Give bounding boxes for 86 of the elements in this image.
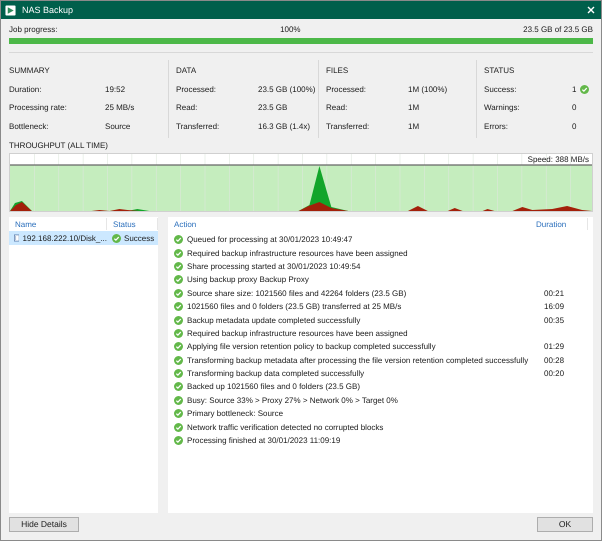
column-header[interactable]: Status — [107, 218, 158, 230]
action-text: Backup metadata update completed successfully — [187, 316, 360, 325]
action-text: Share processing started at 30/01/2023 10:49:54 — [187, 262, 360, 271]
action-text: 1021560 files and 0 folders (23.5 GB) transferred at 25 MB/s — [187, 302, 402, 312]
object-row[interactable]: 192.168.222.10/Disk_... Success — [9, 231, 158, 245]
section-heading: FILES — [326, 64, 350, 76]
success-check-icon — [174, 369, 183, 378]
action-text: Required backup infrastructure resources have been assigned — [187, 248, 408, 258]
action-text: Required backup infrastructure resources have been assigned — [187, 328, 408, 338]
success-check-icon — [174, 436, 183, 446]
success-check-icon — [174, 356, 183, 365]
stat-label: Read: — [176, 103, 198, 112]
column-header[interactable]: Duration — [530, 218, 588, 230]
success-check-icon — [174, 422, 183, 432]
action-text: Busy: Source 33% > Proxy 27% > Network 0% > Target 0% — [187, 396, 398, 405]
success-check-icon — [174, 275, 183, 284]
stat-value: 16.3 GB (1.4x) — [258, 122, 310, 131]
success-check-icon — [174, 409, 183, 418]
success-check-icon — [174, 262, 183, 271]
action-duration: 00:21 — [543, 288, 566, 298]
stat-label: Success: — [484, 84, 518, 94]
action-text: Queued for processing at 30/01/2023 10:49:47 — [187, 235, 352, 244]
stat-label: Duration: — [9, 84, 42, 94]
action-text: Primary bottleneck: Source — [187, 409, 284, 418]
progress-label: Job progress: — [9, 25, 58, 34]
stat-label: Processing rate: — [9, 103, 68, 112]
action-duration: 00:20 — [543, 369, 566, 378]
hide-details-button[interactable]: Hide Details — [9, 516, 79, 532]
success-check-icon — [174, 248, 183, 258]
action-text: Transforming backup metadata after processing the file version retention completed successfully — [187, 356, 528, 365]
stat-label: Processed: — [176, 84, 218, 94]
stat-value: 1M (100%) — [408, 84, 448, 94]
success-check-icon — [174, 396, 183, 405]
action-text: Using backup proxy Backup Proxy — [187, 275, 309, 284]
stat-label: Bottleneck: — [9, 122, 50, 131]
action-text: Backed up 1021560 files and 0 folders (23.5 GB) — [187, 382, 360, 392]
action-duration: 00:35 — [543, 316, 566, 325]
success-check-icon — [112, 234, 121, 242]
action-duration: 01:29 — [543, 342, 566, 352]
app-logo-icon — [5, 4, 16, 16]
stat-value: 1 — [572, 84, 578, 94]
success-check-icon — [174, 316, 183, 325]
stat-label: Transferred: — [176, 122, 220, 131]
section-heading: STATUS — [484, 64, 516, 76]
stat-label: Transferred: — [326, 122, 370, 131]
success-check-icon — [174, 288, 183, 298]
speed-label: Speed: 388 MB/s — [528, 155, 589, 164]
action-text: Source share size: 1021560 files and 42264 folders (23.5 GB) — [187, 288, 406, 298]
progress-percent: 100% — [280, 25, 301, 34]
stat-label: Processed: — [326, 84, 368, 94]
section-heading: SUMMARY — [9, 64, 51, 76]
column-header[interactable]: Name — [9, 218, 107, 230]
stat-value: 19:52 — [105, 84, 126, 94]
chart-title: THROUGHPUT (ALL TIME) — [9, 141, 109, 152]
success-check-icon — [174, 342, 183, 352]
action-text: Network traffic verification detected no corrupted blocks — [187, 422, 384, 432]
stat-value: 25 MB/s — [105, 103, 136, 112]
success-check-icon — [580, 84, 590, 94]
action-duration: 00:28 — [543, 356, 566, 365]
stat-value: 23.5 GB (100%) — [258, 84, 316, 94]
ok-button[interactable]: OK — [537, 516, 593, 532]
action-text: Applying file version retention policy to backup completed successfully — [187, 342, 436, 352]
close-icon[interactable] — [587, 6, 595, 14]
success-check-icon — [174, 235, 183, 244]
action-text: Processing finished at 30/01/2023 11:09:19 — [187, 436, 340, 446]
stat-value: 0 — [572, 103, 578, 112]
stat-value: 1M — [408, 122, 420, 131]
action-text: Transforming backup data completed successfully — [187, 369, 364, 378]
stat-value: 0 — [572, 122, 578, 131]
section-heading: DATA — [176, 64, 198, 76]
action-duration: 16:09 — [543, 302, 566, 312]
stat-label: Read: — [326, 103, 348, 112]
stat-label: Warnings: — [484, 103, 521, 112]
stat-value: 1M — [408, 103, 420, 112]
success-check-icon — [174, 302, 183, 312]
stat-value: Source — [105, 122, 132, 131]
object-status: Success — [107, 234, 158, 242]
object-name: 192.168.222.10/Disk_... — [9, 233, 107, 243]
success-check-icon — [174, 382, 183, 392]
file-icon — [14, 233, 20, 243]
stat-value: 23.5 GB — [258, 103, 288, 112]
progress-amount: 23.5 GB of 23.5 GB — [523, 25, 593, 34]
column-header[interactable]: Action — [168, 218, 530, 230]
success-check-icon — [174, 328, 183, 338]
stat-label: Errors: — [484, 122, 509, 131]
window-title: NAS Backup — [22, 5, 74, 15]
